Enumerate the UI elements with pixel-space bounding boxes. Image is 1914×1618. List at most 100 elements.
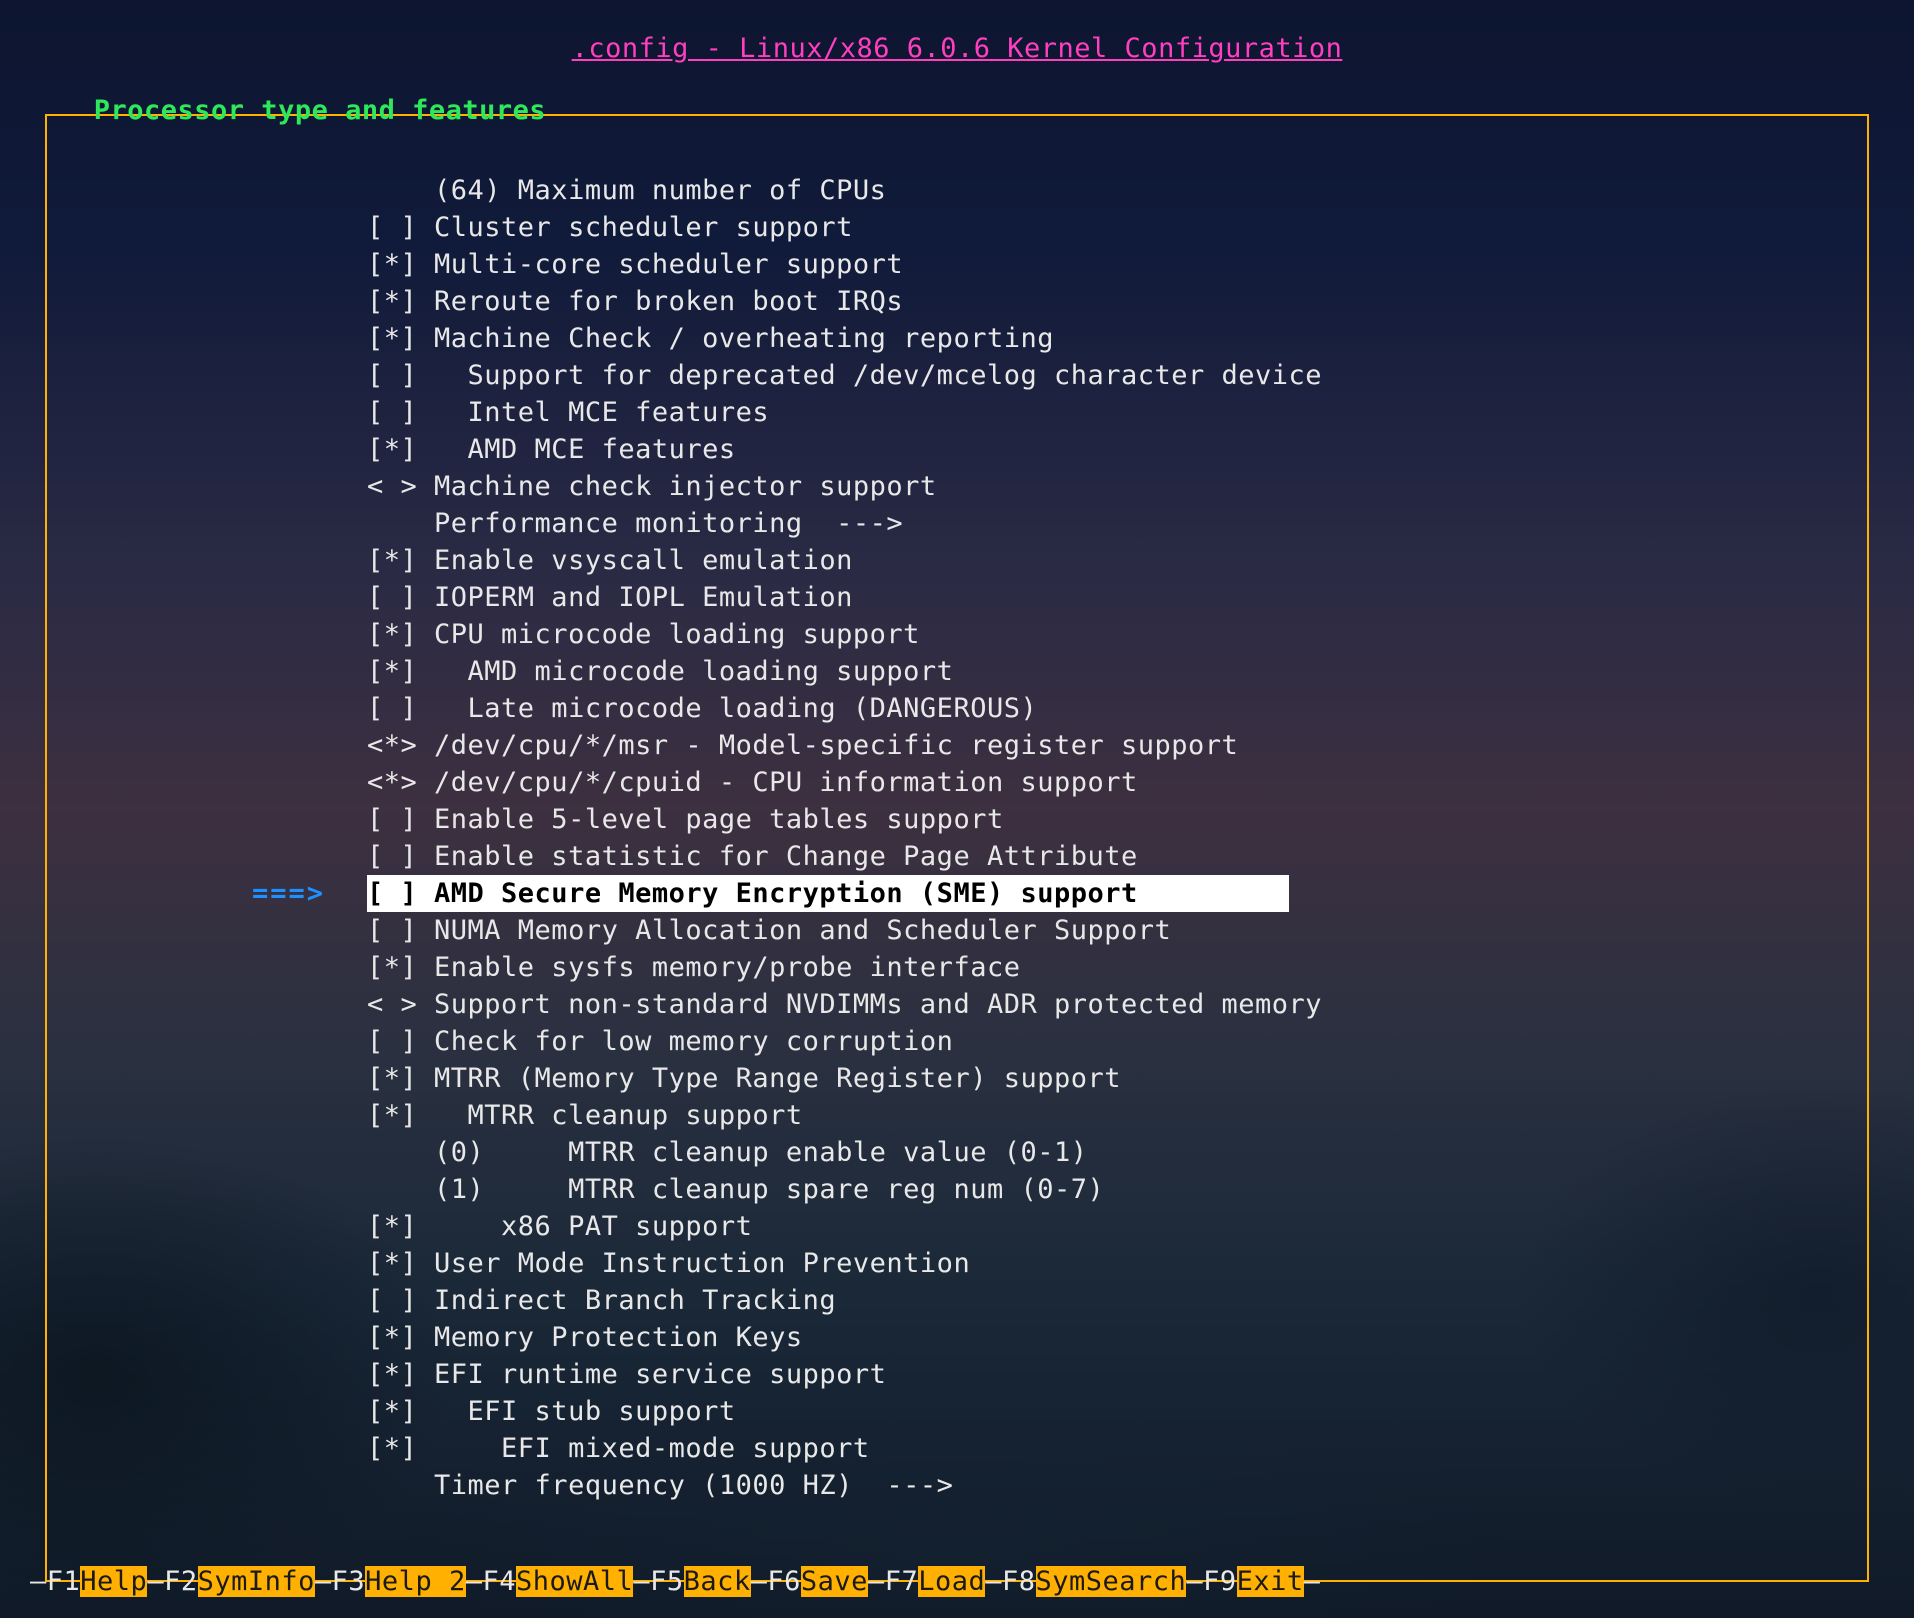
option-text: [*] CPU microcode loading support bbox=[367, 616, 920, 653]
fkey-label[interactable]: SymSearch bbox=[1036, 1566, 1187, 1597]
fkey-key[interactable]: F1 bbox=[47, 1566, 81, 1597]
option-text: [*] Enable sysfs memory/probe interface bbox=[367, 949, 1020, 986]
option-text: [*] Machine Check / overheating reportin… bbox=[367, 320, 1054, 357]
option-row[interactable]: [*] AMD microcode loading support bbox=[367, 653, 1827, 690]
fkey-separator: – bbox=[315, 1566, 332, 1597]
option-text: Performance monitoring ---> bbox=[367, 505, 903, 542]
fkey-label[interactable]: Load bbox=[918, 1566, 985, 1597]
option-text: [*] Enable vsyscall emulation bbox=[367, 542, 853, 579]
fkey-separator: – bbox=[466, 1566, 483, 1597]
option-list[interactable]: (64) Maximum number of CPUs[ ] Cluster s… bbox=[367, 172, 1827, 1504]
option-text: < > Machine check injector support bbox=[367, 468, 937, 505]
option-text: [*] EFI runtime service support bbox=[367, 1356, 886, 1393]
option-text: [ ] IOPERM and IOPL Emulation bbox=[367, 579, 853, 616]
option-text: [*] Multi-core scheduler support bbox=[367, 246, 903, 283]
option-row[interactable]: [ ] Intel MCE features bbox=[367, 394, 1827, 431]
option-text: [ ] Cluster scheduler support bbox=[367, 209, 853, 246]
option-row[interactable]: [*] Multi-core scheduler support bbox=[367, 246, 1827, 283]
option-text: <*> /dev/cpu/*/cpuid - CPU information s… bbox=[367, 764, 1138, 801]
option-row[interactable]: [ ] IOPERM and IOPL Emulation bbox=[367, 579, 1827, 616]
option-text: [*] MTRR cleanup support bbox=[367, 1097, 803, 1134]
fkey-separator: – bbox=[30, 1566, 47, 1597]
option-text: [ ] Enable statistic for Change Page Att… bbox=[367, 838, 1138, 875]
fkey-label[interactable]: Back bbox=[684, 1566, 751, 1597]
option-row[interactable]: [*] Memory Protection Keys bbox=[367, 1319, 1827, 1356]
option-text: [*] MTRR (Memory Type Range Register) su… bbox=[367, 1060, 1121, 1097]
fkey-key[interactable]: F9 bbox=[1203, 1566, 1237, 1597]
option-text: [*] User Mode Instruction Prevention bbox=[367, 1245, 970, 1282]
option-text: [ ] Intel MCE features bbox=[367, 394, 769, 431]
fkey-key[interactable]: F2 bbox=[164, 1566, 198, 1597]
option-row[interactable]: [*] Reroute for broken boot IRQs bbox=[367, 283, 1827, 320]
option-text: [*] Reroute for broken boot IRQs bbox=[367, 283, 903, 320]
fkey-key[interactable]: F7 bbox=[885, 1566, 919, 1597]
option-text: [ ] Check for low memory corruption bbox=[367, 1023, 953, 1060]
option-row[interactable]: ===>[ ] AMD Secure Memory Encryption (SM… bbox=[367, 875, 1827, 912]
fkey-key[interactable]: F8 bbox=[1002, 1566, 1036, 1597]
option-row[interactable]: [*] x86 PAT support bbox=[367, 1208, 1827, 1245]
option-row[interactable]: Timer frequency (1000 HZ) ---> bbox=[367, 1467, 1827, 1504]
option-row[interactable]: (1) MTRR cleanup spare reg num (0-7) bbox=[367, 1171, 1827, 1208]
fkey-separator: – bbox=[633, 1566, 650, 1597]
option-text: (64) Maximum number of CPUs bbox=[367, 172, 886, 209]
fkey-label[interactable]: Help bbox=[80, 1566, 147, 1597]
option-text: [*] Memory Protection Keys bbox=[367, 1319, 803, 1356]
option-row[interactable]: < > Support non-standard NVDIMMs and ADR… bbox=[367, 986, 1827, 1023]
option-row[interactable]: [*] MTRR cleanup support bbox=[367, 1097, 1827, 1134]
option-row[interactable]: [ ] Late microcode loading (DANGEROUS) bbox=[367, 690, 1827, 727]
option-text: [*] AMD microcode loading support bbox=[367, 653, 953, 690]
fkey-separator: – bbox=[147, 1566, 164, 1597]
option-text: [ ] Support for deprecated /dev/mcelog c… bbox=[367, 357, 1322, 394]
section-heading: Processor type and features bbox=[65, 92, 575, 129]
option-row[interactable]: < > Machine check injector support bbox=[367, 468, 1827, 505]
option-row[interactable]: [*] EFI runtime service support bbox=[367, 1356, 1827, 1393]
option-row[interactable]: [*] MTRR (Memory Type Range Register) su… bbox=[367, 1060, 1827, 1097]
option-row[interactable]: <*> /dev/cpu/*/cpuid - CPU information s… bbox=[367, 764, 1827, 801]
option-row[interactable]: [*] CPU microcode loading support bbox=[367, 616, 1827, 653]
option-row[interactable]: (64) Maximum number of CPUs bbox=[367, 172, 1827, 209]
option-row[interactable]: [ ] Support for deprecated /dev/mcelog c… bbox=[367, 357, 1827, 394]
fkey-label[interactable]: SymInfo bbox=[198, 1566, 315, 1597]
fkey-separator: – bbox=[1186, 1566, 1203, 1597]
option-row[interactable]: <*> /dev/cpu/*/msr - Model-specific regi… bbox=[367, 727, 1827, 764]
option-text: (1) MTRR cleanup spare reg num (0-7) bbox=[367, 1171, 1104, 1208]
fkey-key[interactable]: F4 bbox=[482, 1566, 516, 1597]
option-text: Timer frequency (1000 HZ) ---> bbox=[367, 1467, 953, 1504]
option-text: [ ] Indirect Branch Tracking bbox=[367, 1282, 836, 1319]
option-row[interactable]: [*] EFI stub support bbox=[367, 1393, 1827, 1430]
option-row[interactable]: [*] EFI mixed-mode support bbox=[367, 1430, 1827, 1467]
option-text: [*] x86 PAT support bbox=[367, 1208, 752, 1245]
fkey-separator: – bbox=[1304, 1566, 1321, 1597]
option-row[interactable]: [ ] Check for low memory corruption bbox=[367, 1023, 1827, 1060]
fkey-separator: – bbox=[751, 1566, 768, 1597]
option-text: [*] EFI mixed-mode support bbox=[367, 1430, 870, 1467]
option-text: [*] AMD MCE features bbox=[367, 431, 736, 468]
fkey-key[interactable]: F3 bbox=[332, 1566, 366, 1597]
option-row[interactable]: [ ] Cluster scheduler support bbox=[367, 209, 1827, 246]
fkey-separator: – bbox=[868, 1566, 885, 1597]
option-text: [ ] Late microcode loading (DANGEROUS) bbox=[367, 690, 1037, 727]
option-row[interactable]: Performance monitoring ---> bbox=[367, 505, 1827, 542]
option-row[interactable]: (0) MTRR cleanup enable value (0-1) bbox=[367, 1134, 1827, 1171]
option-text: <*> /dev/cpu/*/msr - Model-specific regi… bbox=[367, 727, 1238, 764]
option-text: [ ] NUMA Memory Allocation and Scheduler… bbox=[367, 912, 1171, 949]
option-row[interactable]: [*] Enable sysfs memory/probe interface bbox=[367, 949, 1827, 986]
menu-frame: Processor type and features (64) Maximum… bbox=[45, 114, 1869, 1582]
option-row[interactable]: [ ] Enable statistic for Change Page Att… bbox=[367, 838, 1827, 875]
config-title: .config - Linux/x86 6.0.6 Kernel Configu… bbox=[0, 30, 1914, 67]
fkey-label[interactable]: Exit bbox=[1237, 1566, 1304, 1597]
fkey-label[interactable]: Save bbox=[801, 1566, 868, 1597]
option-row[interactable]: [*] User Mode Instruction Prevention bbox=[367, 1245, 1827, 1282]
option-row[interactable]: [*] Enable vsyscall emulation bbox=[367, 542, 1827, 579]
option-row[interactable]: [ ] Indirect Branch Tracking bbox=[367, 1282, 1827, 1319]
fkey-label[interactable]: Help 2 bbox=[365, 1566, 466, 1597]
option-text: [ ] Enable 5-level page tables support bbox=[367, 801, 1004, 838]
fkey-key[interactable]: F6 bbox=[767, 1566, 801, 1597]
option-row[interactable]: [ ] Enable 5-level page tables support bbox=[367, 801, 1827, 838]
fkey-key[interactable]: F5 bbox=[650, 1566, 684, 1597]
option-row[interactable]: [*] Machine Check / overheating reportin… bbox=[367, 320, 1827, 357]
option-row[interactable]: [*] AMD MCE features bbox=[367, 431, 1827, 468]
option-row[interactable]: [ ] NUMA Memory Allocation and Scheduler… bbox=[367, 912, 1827, 949]
fkey-label[interactable]: ShowAll bbox=[516, 1566, 633, 1597]
option-text: (0) MTRR cleanup enable value (0-1) bbox=[367, 1134, 1087, 1171]
